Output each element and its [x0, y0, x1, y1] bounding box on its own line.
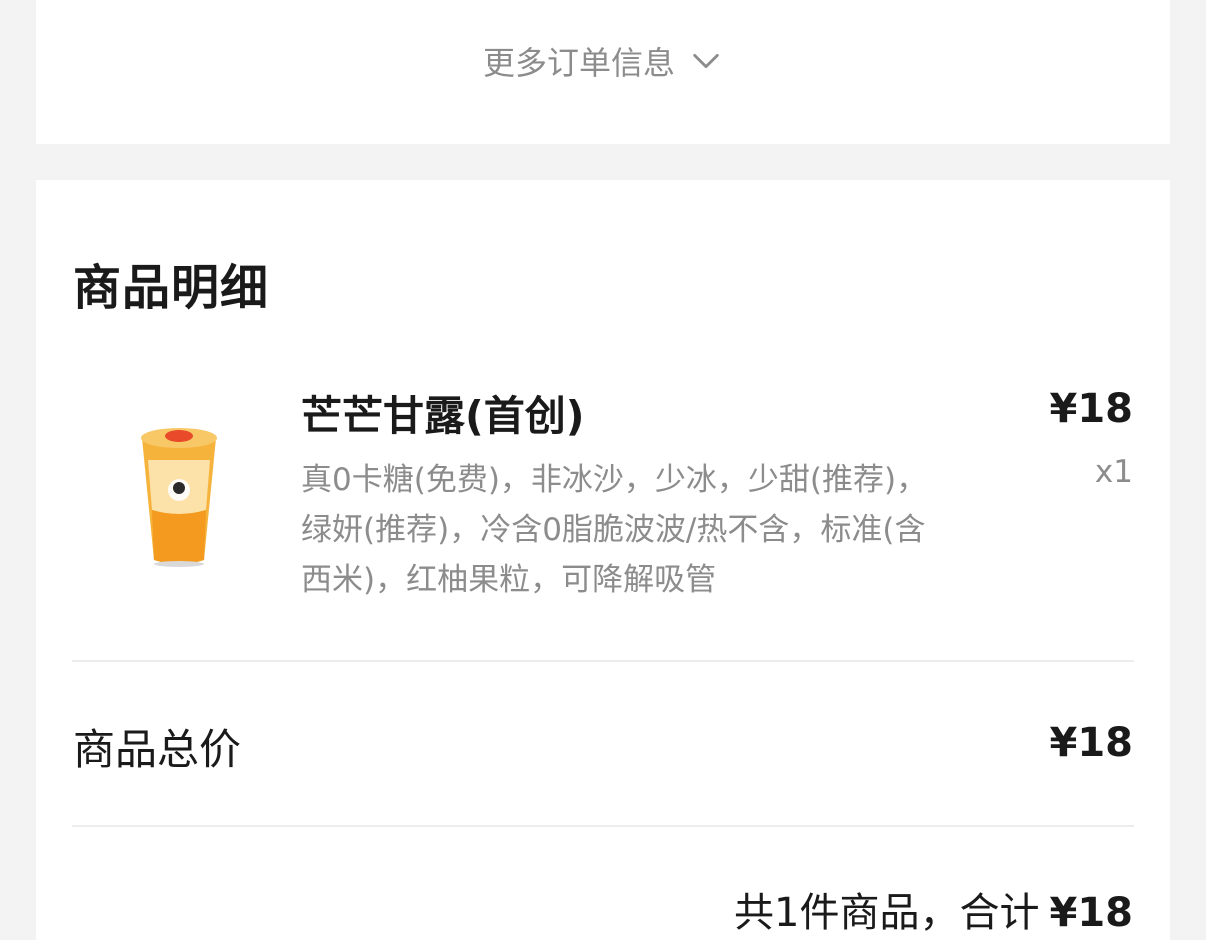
order-summary: 共1件商品，合计 ¥18 — [734, 880, 1133, 938]
product-price: ¥18 — [1049, 386, 1134, 432]
summary-text: 共1件商品，合计 — [734, 890, 1040, 936]
product-quantity: x1 — [1094, 454, 1133, 490]
divider — [72, 660, 1134, 662]
chevron-down-icon — [693, 53, 719, 69]
drink-cup-image — [141, 428, 217, 567]
section-title: 商品明细 — [73, 260, 270, 316]
more-order-info-toggle[interactable]: 更多订单信息 — [36, 36, 1170, 86]
product-details-card: 商品明细 芒芒甘露(首创) ¥18 x1 真0卡糖(免费)，非冰沙，少冰，少甜(… — [36, 180, 1170, 940]
summary-amount: ¥18 — [1049, 890, 1134, 936]
divider — [72, 825, 1134, 827]
total-price-value: ¥18 — [1049, 720, 1134, 766]
product-options: 真0卡糖(免费)，非冰沙，少冰，少甜(推荐)，绿妍(推荐)，冷含0脂脆波波/热不… — [301, 462, 928, 598]
product-name: 芒芒甘露(首创) — [301, 392, 585, 440]
more-order-info-label: 更多订单信息 — [482, 44, 675, 82]
total-price-label: 商品总价 — [73, 725, 242, 774]
order-info-card: 更多订单信息 — [36, 0, 1170, 144]
